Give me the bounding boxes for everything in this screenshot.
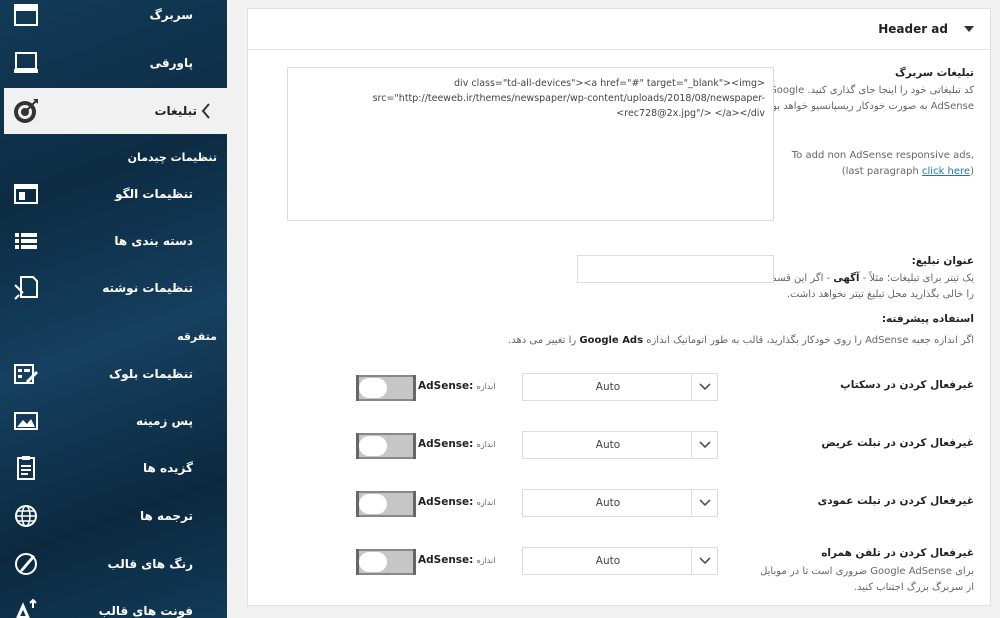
adsense-size-small: اندازه <box>476 382 496 391</box>
sidebar-item-background[interactable]: پس زمینه <box>0 398 227 444</box>
tablet-portrait-size-select[interactable]: Auto <box>522 489 718 517</box>
advanced-desc-2: را تغییر می دهد. <box>508 335 577 346</box>
select-value: Auto <box>595 497 621 509</box>
non-adsense-text: To add non AdSense responsive ads, <box>791 150 974 161</box>
sidebar-item-theme-fonts[interactable]: فونت های قالب <box>0 588 227 618</box>
footer-icon <box>12 49 40 77</box>
phone-size-select[interactable]: Auto <box>522 547 718 575</box>
panel-title: Header ad <box>878 22 948 36</box>
toggle-knob <box>359 436 387 456</box>
disable-tablet-portrait-label: غیرفعال کردن در تبلت عمودی <box>817 495 974 507</box>
advanced-desc-bold: Google Ads <box>579 335 644 346</box>
chevron-down-icon[interactable] <box>691 432 717 458</box>
toggle-knob <box>359 494 387 514</box>
adsense-size-small: اندازه <box>476 556 496 565</box>
header-ad-panel: Header ad تبلیغات سربرگ کد تبلیغاتی خود … <box>247 8 991 606</box>
advanced-desc-1: اگر اندازه جعبه AdSense را روی خودکار بگ… <box>646 335 974 346</box>
sidebar: سربرگ پاورقی تبلیغات تنظیمات چیدمان تنظی… <box>0 0 227 618</box>
font-icon <box>12 597 40 618</box>
adsense-size-label: AdSense: اندازه <box>418 380 496 392</box>
adsense-word: AdSense: <box>418 380 474 392</box>
non-adsense-note: To add non AdSense responsive ads, (last… <box>791 150 974 177</box>
main-content: Header ad تبلیغات سربرگ کد تبلیغاتی خود … <box>227 0 1000 618</box>
sidebar-item-template-settings[interactable]: تنظیمات الگو <box>0 171 227 217</box>
sidebar-item-label: رنگ های قالب <box>107 557 193 571</box>
toggle-knob <box>359 552 387 572</box>
tablet-landscape-disable-toggle[interactable] <box>356 433 416 459</box>
last-paragraph-text: (last paragraph <box>841 166 919 177</box>
chevron-down-icon[interactable] <box>691 374 717 400</box>
toggle-knob <box>359 378 387 398</box>
panel-header[interactable]: Header ad <box>248 9 990 50</box>
sidebar-item-footer[interactable]: پاورقی <box>0 40 227 86</box>
chevron-left-icon <box>199 101 213 121</box>
adsense-size-small: اندازه <box>476 498 496 507</box>
header-icon <box>12 1 40 29</box>
adsense-word: AdSense: <box>418 438 474 450</box>
ad-code-textarea[interactable]: div class="td-all-devices"><a href="#" t… <box>287 67 774 221</box>
adsense-size-label: AdSense: اندازه <box>418 496 496 508</box>
template-icon <box>12 180 40 208</box>
phone-disable-toggle[interactable] <box>356 549 416 575</box>
sidebar-item-label: دسته بندی ها <box>114 234 193 248</box>
target-icon <box>12 97 40 125</box>
sidebar-item-header[interactable]: سربرگ <box>0 0 227 38</box>
sidebar-item-label: تنظیمات بلوک <box>109 367 193 381</box>
sidebar-item-excerpts[interactable]: گزیده ها <box>0 445 227 491</box>
ad-title-description: یک تیتر برای تبلیغات؛ مثلاً - آگهی - اگر… <box>752 271 974 303</box>
sidebar-item-categories[interactable]: دسته بندی ها <box>0 218 227 264</box>
caret-down-icon[interactable] <box>964 26 974 32</box>
adsense-word: AdSense: <box>418 554 474 566</box>
sidebar-item-label: تنظیمات نوشته <box>102 281 193 295</box>
image-icon <box>12 407 40 435</box>
sidebar-item-label: تنظیمات الگو <box>115 187 193 201</box>
select-value: Auto <box>595 439 621 451</box>
tablet-landscape-size-select[interactable]: Auto <box>522 431 718 459</box>
brush-icon <box>12 550 40 578</box>
list-icon <box>12 227 40 255</box>
sidebar-item-block-settings[interactable]: تنظیمات بلوک <box>0 351 227 397</box>
advanced-usage-description: اگر اندازه جعبه AdSense را روی خودکار بگ… <box>474 333 974 349</box>
post-icon <box>12 274 40 302</box>
ad-title-label: عنوان تبلیغ: <box>911 255 974 267</box>
desktop-disable-toggle[interactable] <box>356 375 416 401</box>
sidebar-section-misc: متفرقه <box>177 330 217 343</box>
select-value: Auto <box>595 555 621 567</box>
ad-title-desc-bold: آگهی <box>833 273 860 284</box>
adsense-size-label: AdSense: اندازه <box>418 554 496 566</box>
sidebar-item-label: تبلیغات <box>154 104 197 118</box>
chevron-down-icon[interactable] <box>691 548 717 574</box>
globe-icon <box>12 502 40 530</box>
sidebar-item-translations[interactable]: ترجمه ها <box>0 493 227 539</box>
disable-phone-label: غیرفعال کردن در تلفن همراه <box>821 547 974 559</box>
sidebar-item-post-settings[interactable]: تنظیمات نوشته <box>0 265 227 311</box>
sidebar-item-label: فونت های قالب <box>98 604 193 618</box>
ad-code-label: تبلیغات سربرگ <box>895 67 974 79</box>
chevron-down-icon[interactable] <box>691 490 717 516</box>
sidebar-item-ads[interactable]: تبلیغات <box>4 88 227 134</box>
desktop-size-select[interactable]: Auto <box>522 373 718 401</box>
adsense-size-small: اندازه <box>476 440 496 449</box>
ad-title-input[interactable] <box>577 255 774 283</box>
sidebar-item-label: پس زمینه <box>135 414 193 428</box>
disable-tablet-landscape-label: غیرفعال کردن در تبلت عریض <box>821 437 975 449</box>
click-here-link[interactable]: click here <box>922 166 970 177</box>
ad-title-desc-1: یک تیتر برای تبلیغات؛ مثلاً - <box>862 273 974 284</box>
sidebar-item-label: سربرگ <box>149 8 193 22</box>
ad-code-description: کد تبلیغاتی خود را اینجا جای گذاری کنید.… <box>764 85 975 112</box>
clipboard-icon <box>12 454 40 482</box>
phone-description: برای Google AdSense ضروری است تا در موبا… <box>760 566 974 593</box>
tablet-portrait-disable-toggle[interactable] <box>356 491 416 517</box>
sidebar-item-label: ترجمه ها <box>140 509 193 523</box>
adsense-word: AdSense: <box>418 496 474 508</box>
disable-desktop-label: غیرفعال کردن در دسکتاپ <box>840 379 974 391</box>
advanced-usage-label: استفاده پیشرفته: <box>881 313 974 325</box>
sidebar-section-layout: تنظیمات چیدمان <box>127 151 217 164</box>
sidebar-item-label: پاورقی <box>149 56 193 70</box>
sidebar-item-label: گزیده ها <box>143 461 193 475</box>
select-value: Auto <box>595 381 621 393</box>
adsense-size-label: AdSense: اندازه <box>418 438 496 450</box>
sidebar-item-theme-colors[interactable]: رنگ های قالب <box>0 541 227 587</box>
block-icon <box>12 360 40 388</box>
